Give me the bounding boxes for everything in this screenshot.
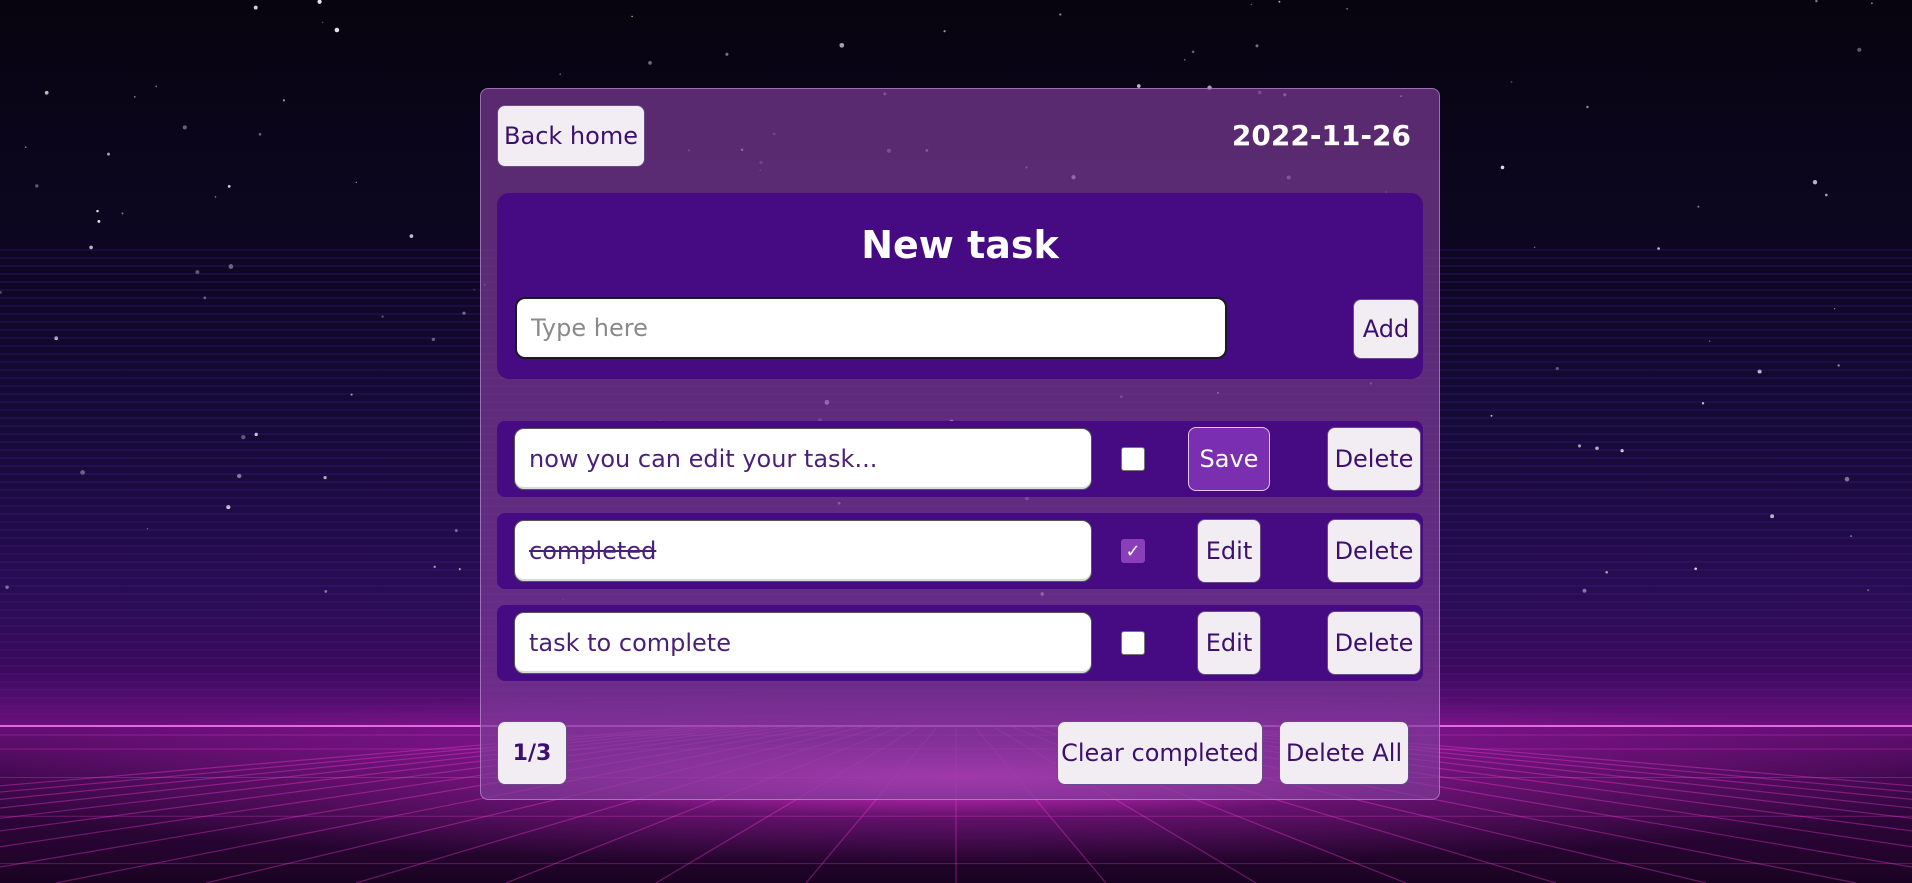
clear-completed-button[interactable]: Clear completed — [1057, 721, 1263, 785]
task-row: now you can edit your task... Save Delet… — [497, 421, 1423, 497]
add-task-button[interactable]: Add — [1353, 299, 1419, 359]
task-complete-checkbox[interactable] — [1121, 631, 1145, 655]
new-task-panel: New task Add — [497, 193, 1423, 379]
edit-task-button[interactable]: Edit — [1197, 519, 1261, 583]
current-date: 2022-11-26 — [1231, 119, 1411, 152]
delete-task-button[interactable]: Delete — [1327, 611, 1421, 675]
delete-task-button[interactable]: Delete — [1327, 519, 1421, 583]
edit-task-button[interactable]: Edit — [1197, 611, 1261, 675]
todo-card: Back home 2022-11-26 New task Add now yo… — [480, 88, 1440, 800]
new-task-input[interactable] — [515, 297, 1227, 359]
delete-all-button[interactable]: Delete All — [1279, 721, 1409, 785]
task-complete-checkbox[interactable]: ✓ — [1121, 539, 1145, 563]
task-text: task to complete — [514, 612, 1092, 674]
check-icon: ✓ — [1125, 540, 1141, 562]
task-row: task to complete Edit Delete — [497, 605, 1423, 681]
task-row: completed ✓ Edit Delete — [497, 513, 1423, 589]
delete-task-button[interactable]: Delete — [1327, 427, 1421, 491]
synthwave-background: Back home 2022-11-26 New task Add now yo… — [0, 0, 1912, 883]
new-task-title: New task — [861, 223, 1059, 267]
task-edit-input[interactable]: now you can edit your task... — [514, 428, 1092, 490]
task-text: completed — [514, 520, 1092, 582]
task-complete-checkbox[interactable] — [1121, 447, 1145, 471]
save-task-button[interactable]: Save — [1188, 427, 1270, 491]
back-home-button[interactable]: Back home — [497, 105, 645, 167]
completed-counter: 1/3 — [497, 721, 567, 785]
